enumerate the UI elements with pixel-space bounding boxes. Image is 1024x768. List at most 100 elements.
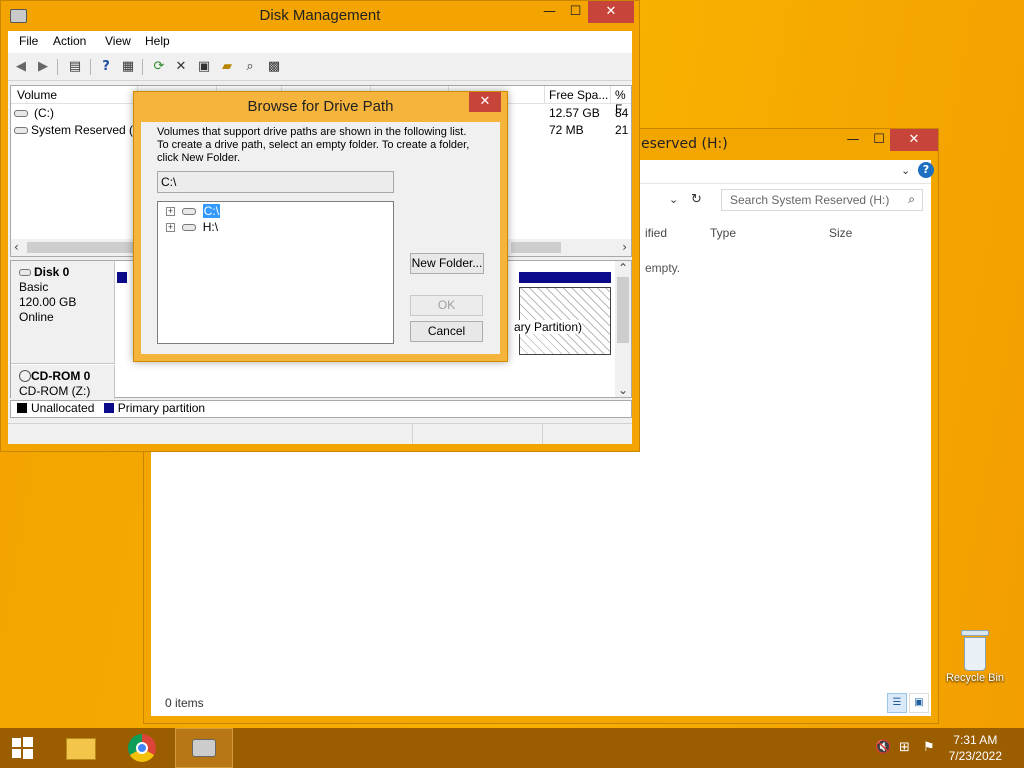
action-center-icon[interactable]: ⚑ <box>923 740 935 755</box>
ok-button[interactable]: OK <box>410 295 483 316</box>
drive-icon <box>14 123 31 137</box>
legend-primary: Primary partition <box>117 401 206 415</box>
expand-icon[interactable]: + <box>166 207 175 216</box>
address-dropdown-icon[interactable]: ⌄ <box>669 193 678 206</box>
column-type[interactable]: Type <box>710 226 736 240</box>
disk-status: Online <box>19 310 54 324</box>
column-free-space[interactable]: Free Spa... <box>549 88 608 102</box>
menu-view[interactable]: View <box>105 34 131 48</box>
volume-properties-icon[interactable]: ▣ <box>195 58 213 76</box>
refresh-icon[interactable]: ⟳ <box>150 58 168 76</box>
start-button[interactable] <box>0 728 58 768</box>
dialog-description: Volumes that support drive paths are sho… <box>157 126 470 164</box>
new-folder-button[interactable]: New Folder... <box>410 253 484 274</box>
volume-name: (C:) <box>34 106 54 120</box>
search-icon: ⌕ <box>908 192 915 206</box>
refresh-icon[interactable]: ↻ <box>691 192 702 207</box>
close-button[interactable]: ✕ <box>890 129 938 151</box>
properties-icon[interactable]: ▦ <box>119 58 137 76</box>
tree-item-label: C:\ <box>202 204 221 218</box>
item-count: 0 items <box>165 696 204 710</box>
disk-0-label[interactable]: Disk 0 Basic 120.00 GB Online <box>11 261 115 364</box>
volume-muted-icon[interactable]: 🔇 <box>875 740 891 755</box>
maximize-button[interactable]: ☐ <box>562 1 589 23</box>
menu-file[interactable]: File <box>19 34 38 48</box>
scroll-left-icon[interactable]: ‹ <box>14 240 19 254</box>
clock-time: 7:31 AM <box>953 733 998 747</box>
show-hide-console-tree-icon[interactable]: ▤ <box>66 58 84 76</box>
toolbar: ◀ ▶ ▤ ? ▦ ⟳ ✕ ▣ ▰ ⌕ ▩ <box>8 53 632 81</box>
dialog-title: Browse for Drive Path <box>247 98 394 115</box>
partition-bar <box>117 272 127 283</box>
help-icon[interactable]: ? <box>97 58 115 76</box>
legend: Unallocated Primary partition <box>10 400 632 418</box>
disk-management-taskbar-button[interactable] <box>175 728 233 768</box>
search-placeholder: Search System Reserved (H:) <box>730 193 890 207</box>
folder-tree[interactable]: + C:\ + H:\ <box>157 201 394 344</box>
volume-free-space: 12.57 GB <box>549 106 600 120</box>
recycle-bin-icon <box>961 630 989 672</box>
disk-type: Basic <box>19 280 49 294</box>
cdrom-0-label[interactable]: CD-ROM 0 CD-ROM (Z:) <box>11 365 115 399</box>
scrollbar-thumb[interactable] <box>27 242 137 253</box>
network-icon[interactable]: ⊞ <box>899 740 910 755</box>
menu-bar: File Action View Help <box>8 31 632 53</box>
large-icons-view-button[interactable]: ▣ <box>909 693 929 713</box>
recycle-bin[interactable]: Recycle Bin <box>941 630 1009 684</box>
disk-name: CD-ROM 0 <box>19 369 114 384</box>
partition-bar <box>519 272 611 283</box>
scroll-up-icon[interactable]: ⌃ <box>618 261 628 275</box>
tree-item-c[interactable]: + C:\ <box>166 204 221 220</box>
menu-help[interactable]: Help <box>145 34 170 48</box>
scrollbar-thumb[interactable] <box>617 277 629 343</box>
search-input[interactable]: Search System Reserved (H:) ⌕ <box>721 189 923 211</box>
drive-icon <box>182 208 197 216</box>
expand-icon[interactable]: + <box>166 223 175 232</box>
tree-item-h[interactable]: + H:\ <box>166 220 218 236</box>
browse-drive-path-dialog[interactable]: Browse for Drive Path ✕ Volumes that sup… <box>133 91 508 362</box>
menu-action[interactable]: Action <box>53 34 86 48</box>
primary-swatch <box>103 403 114 413</box>
clock-date: 7/23/2022 <box>948 749 1002 763</box>
disk-name: Disk 0 <box>19 265 114 280</box>
disk-management-icon <box>192 739 216 757</box>
open-icon[interactable]: ▰ <box>218 58 236 76</box>
file-explorer-taskbar-button[interactable] <box>52 728 110 768</box>
column-volume[interactable]: Volume <box>17 88 57 102</box>
settings-icon[interactable]: ▩ <box>265 58 283 76</box>
back-icon[interactable]: ◀ <box>12 58 30 76</box>
dialog-close-button[interactable]: ✕ <box>469 92 501 112</box>
empty-folder-message: empty. <box>645 261 681 275</box>
cancel-button[interactable]: Cancel <box>410 321 483 342</box>
unallocated-swatch <box>17 403 27 413</box>
explorer-title: eserved (H:) <box>641 136 728 152</box>
delete-icon[interactable]: ✕ <box>172 58 190 76</box>
ribbon-expand-icon[interactable]: ⌄ <box>901 164 910 177</box>
scroll-down-icon[interactable]: ⌄ <box>618 383 628 397</box>
column-date-modified[interactable]: ified <box>645 226 667 240</box>
tree-item-label: H:\ <box>202 220 219 234</box>
volume-percent-free: 84 <box>615 106 629 120</box>
volume-percent-free: 21 <box>615 123 629 137</box>
chrome-taskbar-button[interactable] <box>113 728 171 768</box>
taskbar: 🔇 ⊞ ⚑ 7:31 AM 7/23/2022 <box>0 728 1024 768</box>
recycle-bin-label: Recycle Bin <box>945 672 1005 684</box>
drive-path-field[interactable]: C:\ <box>157 171 394 193</box>
status-bar <box>8 423 632 444</box>
partition-label: ary Partition) <box>514 320 583 334</box>
dialog-content: Volumes that support drive paths are sho… <box>141 122 500 354</box>
details-view-button[interactable]: ☰ <box>887 693 907 713</box>
volume-free-space: 72 MB <box>549 123 584 137</box>
column-size[interactable]: Size <box>829 226 852 240</box>
selected-partition[interactable]: ary Partition) <box>514 287 611 355</box>
vertical-scrollbar[interactable]: ⌃ ⌄ <box>615 261 631 397</box>
scroll-right-icon[interactable]: › <box>622 240 627 254</box>
forward-icon[interactable]: ▶ <box>34 58 52 76</box>
help-icon[interactable]: ? <box>918 162 934 178</box>
close-button[interactable]: ✕ <box>588 1 634 23</box>
explore-icon[interactable]: ⌕ <box>241 58 259 76</box>
disk-type: CD-ROM (Z:) <box>19 384 91 398</box>
legend-unallocated: Unallocated <box>31 401 95 415</box>
minimize-button[interactable]: — <box>536 1 563 23</box>
system-clock[interactable]: 7:31 AM 7/23/2022 <box>949 732 1002 764</box>
